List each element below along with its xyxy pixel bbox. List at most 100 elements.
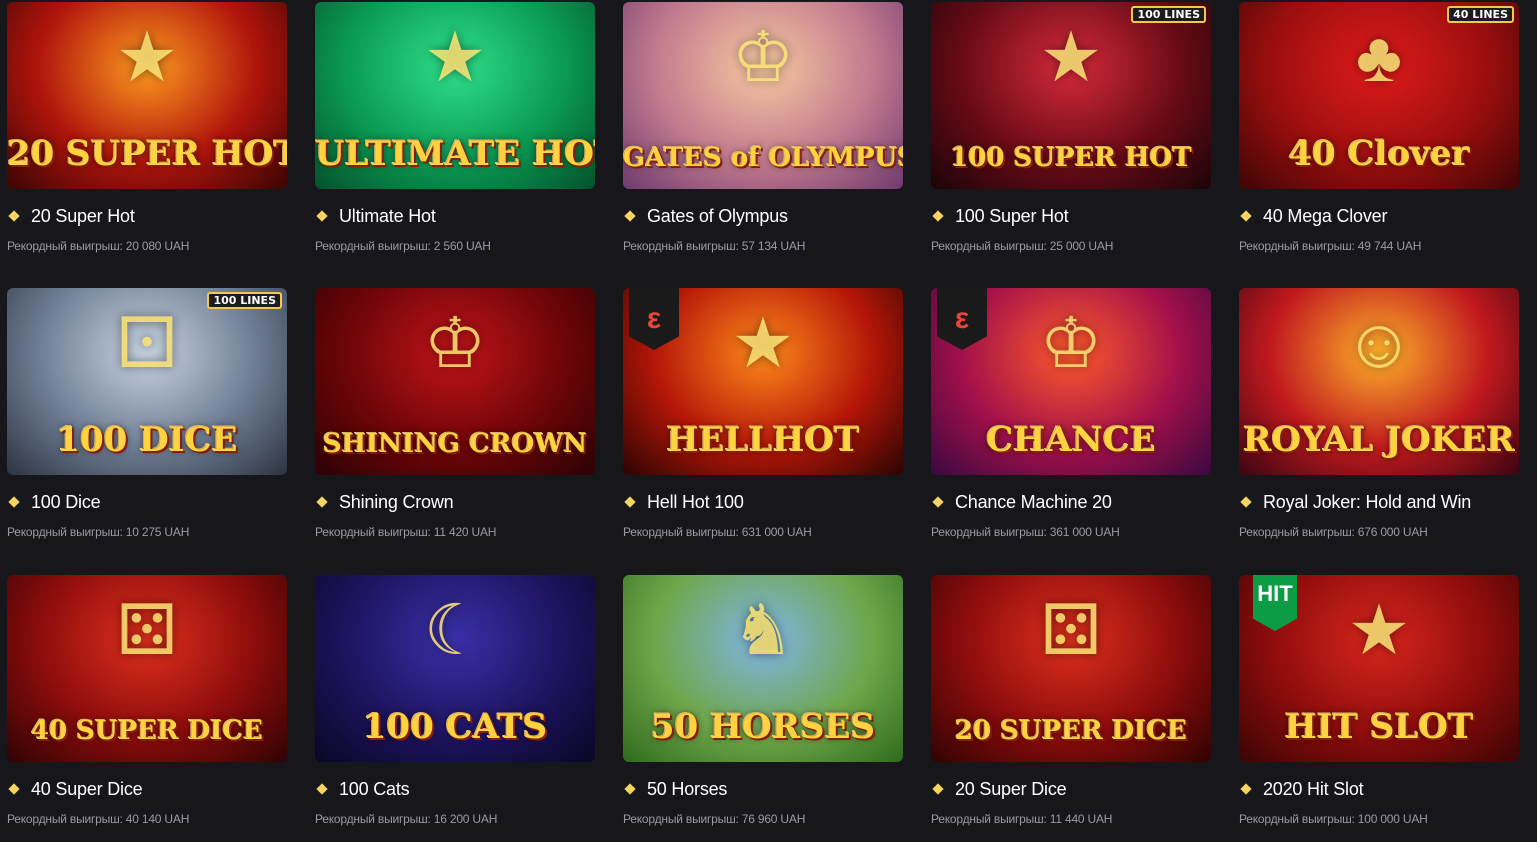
game-artwork-title: ULTIMATE HOT [315,134,595,174]
game-artwork-title: 40 SUPER DICE [31,716,263,746]
game-card[interactable]: ☾ 100 CATS 100 Cats Рекордный выигрыш: 16 2… [315,575,595,835]
game-name-link[interactable]: Royal Joker: Hold and Win [1263,492,1471,513]
game-artwork-title: 100 DICE [56,420,238,460]
diamond-icon [8,496,20,508]
game-card[interactable]: ♔ GATES of OLYMPUS Gates of Olympus Рекордн… [623,2,903,262]
record-win-value: 25 000 UAH [1049,239,1114,253]
game-card[interactable]: ★ 20 SUPER HOT 20 Super Hot Рекордный выигр… [7,2,287,262]
game-thumbnail[interactable]: ♔ SHINING CROWN [315,288,595,475]
provider-logo-icon: ε [937,288,987,350]
game-thumbnail[interactable]: ★ ULTIMATE HOT [315,2,595,189]
record-win-value: 40 140 UAH [125,812,190,826]
game-name-link[interactable]: Ultimate Hot [339,206,436,227]
record-win-label: Рекордный выигрыш: [1239,812,1355,826]
game-artwork-symbol-icon: ♔ [1039,304,1103,382]
diamond-icon [1240,783,1252,795]
game-card[interactable]: ε ♔ CHANCE Chance Machine 20 Рекордный выигр… [931,288,1211,548]
lines-badge: 40 LINES [1447,6,1514,23]
game-artwork-symbol-icon: ☺ [1343,304,1415,382]
game-artwork-title: 100 SUPER HOT [950,143,1192,173]
game-thumbnail[interactable]: 100 LINES ★ 100 SUPER HOT [931,2,1211,189]
diamond-icon [1240,496,1252,508]
game-name-link[interactable]: 20 Super Dice [955,779,1067,800]
game-artwork-title: 100 CATS [362,707,548,747]
game-artwork-symbol-icon: ⚄ [1040,591,1102,669]
game-artwork-title: HELLHOT [666,420,860,460]
game-card[interactable]: HIT ★ HIT SLOT 2020 Hit Slot Рекордный выигр… [1239,575,1519,835]
game-card[interactable]: ♔ SHINING CROWN Shining Crown Рекордный выи… [315,288,595,548]
games-grid: ★ 20 SUPER HOT 20 Super Hot Рекордный выигр… [0,0,1537,842]
game-card[interactable]: ε ★ HELLHOT Hell Hot 100 Рекордный выигрыш: … [623,288,903,548]
record-win-value: 361 000 UAH [1049,525,1120,539]
game-name-link[interactable]: 100 Dice [31,492,101,513]
record-win-label: Рекордный выигрыш: [315,525,431,539]
game-card[interactable]: 100 LINES ⚀ 100 DICE 100 Dice Рекордный выиг… [7,288,287,548]
game-thumbnail[interactable]: ☺ ROYAL JOKER [1239,288,1519,475]
record-win: Рекордный выигрыш: 40 140 UAH [7,812,287,826]
record-win: Рекордный выигрыш: 11 440 UAH [931,812,1211,826]
game-card[interactable]: ⚄ 20 SUPER DICE 20 Super Dice Рекордный выи… [931,575,1211,835]
record-win: Рекордный выигрыш: 10 275 UAH [7,525,287,539]
game-title-row: 40 Mega Clover [1239,204,1519,228]
record-win-value: 16 200 UAH [433,812,498,826]
diamond-icon [932,210,944,222]
game-card[interactable]: ♞ 50 HORSES 50 Horses Рекордный выигрыш: 76… [623,575,903,835]
diamond-icon [624,783,636,795]
diamond-icon [316,783,328,795]
record-win-label: Рекордный выигрыш: [931,525,1047,539]
game-card[interactable]: 100 LINES ★ 100 SUPER HOT 100 Super Hot Реко… [931,2,1211,262]
game-artwork-title: ROYAL JOKER [1243,420,1515,460]
game-artwork-symbol-icon: ⚄ [116,591,178,669]
game-name-link[interactable]: Hell Hot 100 [647,492,744,513]
game-name-link[interactable]: 100 Cats [339,779,410,800]
record-win: Рекордный выигрыш: 49 744 UAH [1239,239,1519,253]
game-name-link[interactable]: 100 Super Hot [955,206,1069,227]
game-thumbnail[interactable]: ε ♔ CHANCE [931,288,1211,475]
game-thumbnail[interactable]: ⚄ 20 SUPER DICE [931,575,1211,762]
game-artwork-symbol-icon: ♔ [423,304,487,382]
game-artwork-symbol-icon: ♞ [731,591,795,669]
game-title-row: 100 Super Hot [931,204,1211,228]
game-thumbnail[interactable]: ☾ 100 CATS [315,575,595,762]
game-card[interactable]: 40 LINES ♣ 40 Clover 40 Mega Clover Рекордны… [1239,2,1519,262]
record-win-label: Рекордный выигрыш: [7,239,123,253]
game-thumbnail[interactable]: HIT ★ HIT SLOT [1239,575,1519,762]
game-title-row: Shining Crown [315,490,595,514]
game-title-row: 20 Super Dice [931,777,1211,801]
record-win: Рекордный выигрыш: 20 080 UAH [7,239,287,253]
game-thumbnail[interactable]: ε ★ HELLHOT [623,288,903,475]
game-thumbnail[interactable]: ♞ 50 HORSES [623,575,903,762]
game-title-row: Hell Hot 100 [623,490,903,514]
game-title-row: 2020 Hit Slot [1239,777,1519,801]
diamond-icon [316,210,328,222]
game-artwork-title: HIT SLOT [1284,707,1474,747]
game-title-row: 50 Horses [623,777,903,801]
game-name-link[interactable]: Shining Crown [339,492,454,513]
game-thumbnail[interactable]: 100 LINES ⚀ 100 DICE [7,288,287,475]
record-win-label: Рекордный выигрыш: [315,239,431,253]
game-card[interactable]: ☺ ROYAL JOKER Royal Joker: Hold and Win Рек… [1239,288,1519,548]
record-win-value: 20 080 UAH [125,239,190,253]
game-name-link[interactable]: Chance Machine 20 [955,492,1112,513]
game-thumbnail[interactable]: 40 LINES ♣ 40 Clover [1239,2,1519,189]
game-thumbnail[interactable]: ⚄ 40 SUPER DICE [7,575,287,762]
game-artwork-symbol-icon: ♔ [731,18,795,96]
game-name-link[interactable]: Gates of Olympus [647,206,788,227]
game-thumbnail[interactable]: ★ 20 SUPER HOT [7,2,287,189]
game-name-link[interactable]: 40 Super Dice [31,779,143,800]
game-name-link[interactable]: 40 Mega Clover [1263,206,1387,227]
game-artwork-title: 20 SUPER HOT [7,134,287,174]
game-name-link[interactable]: 2020 Hit Slot [1263,779,1364,800]
record-win: Рекордный выигрыш: 76 960 UAH [623,812,903,826]
record-win: Рекордный выигрыш: 100 000 UAH [1239,812,1519,826]
game-thumbnail[interactable]: ♔ GATES of OLYMPUS [623,2,903,189]
record-win-value: 100 000 UAH [1357,812,1428,826]
lines-badge: 100 LINES [207,292,282,309]
record-win: Рекордный выигрыш: 57 134 UAH [623,239,903,253]
record-win: Рекордный выигрыш: 11 420 UAH [315,525,595,539]
game-card[interactable]: ⚄ 40 SUPER DICE 40 Super Dice Рекордный выи… [7,575,287,835]
game-name-link[interactable]: 20 Super Hot [31,206,135,227]
game-card[interactable]: ★ ULTIMATE HOT Ultimate Hot Рекордный выигр… [315,2,595,262]
game-artwork-symbol-icon: ♣ [1356,18,1402,96]
game-name-link[interactable]: 50 Horses [647,779,727,800]
